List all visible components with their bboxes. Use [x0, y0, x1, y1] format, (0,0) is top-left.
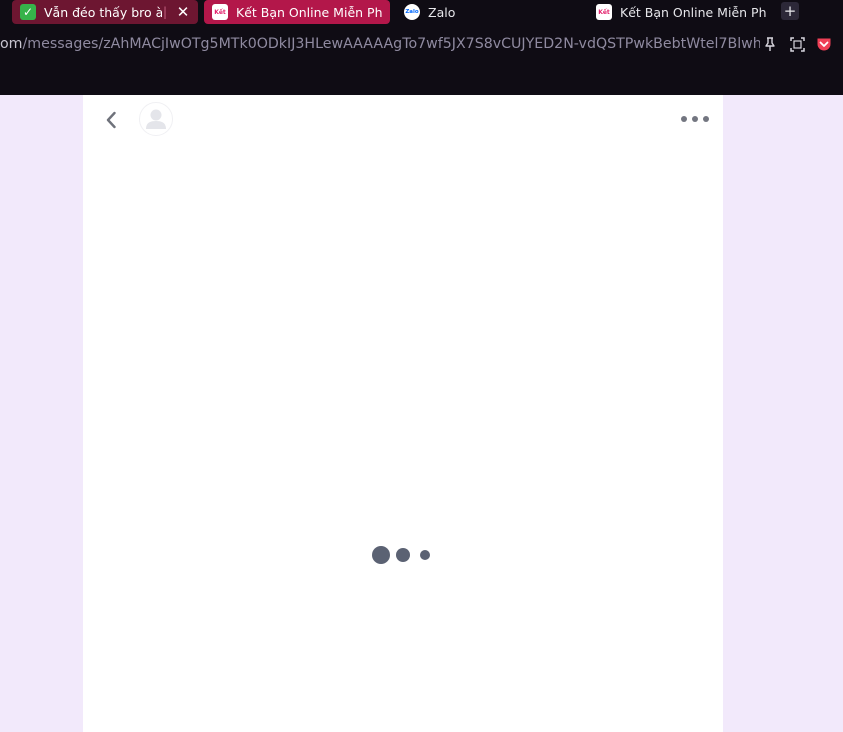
tab-ket-ban[interactable]: Kết Kết Bạn Online Miễn Phí - — [588, 0, 774, 24]
avatar[interactable] — [139, 102, 173, 136]
url-domain: om — [0, 36, 23, 52]
tab-separator: | — [163, 5, 168, 19]
new-tab-button[interactable]: + — [781, 2, 799, 20]
tab-title: Kết Bạn Online Miễn Phí - — [620, 4, 766, 20]
tab-van-deo[interactable]: ✓ Vẫn đéo thấy bro à | ✕ — [12, 0, 198, 24]
screenshot-icon[interactable] — [788, 35, 806, 53]
pin-icon[interactable] — [761, 35, 779, 53]
tab-title: Zalo — [428, 4, 456, 20]
tab-ket-ban-active[interactable]: Kết Kết Bạn Online Miễn Phí - — [204, 0, 390, 24]
tab-bar: ✓ Vẫn đéo thấy bro à | ✕ Kết Kết Bạn Onl… — [0, 0, 843, 24]
more-horizontal-icon — [681, 116, 687, 122]
loading-dot — [420, 550, 430, 560]
loading-dot — [372, 546, 390, 564]
site-favicon-icon: Kết — [212, 4, 228, 20]
loading-dot — [396, 548, 410, 562]
chat-panel — [83, 95, 723, 732]
pocket-icon[interactable] — [815, 35, 833, 53]
browser-chrome: ✓ Vẫn đéo thấy bro à | ✕ Kết Kết Bạn Onl… — [0, 0, 843, 95]
tab-title: Vẫn đéo thấy bro à — [44, 4, 162, 20]
close-icon[interactable]: ✕ — [174, 2, 192, 22]
url-bar[interactable]: om/messages/zAhMACjIwOTg5MTk0ODkIJ3HLewA… — [0, 32, 760, 56]
check-icon: ✓ — [20, 4, 36, 20]
tab-zalo[interactable]: Zalo Zalo — [398, 0, 584, 24]
zalo-icon: Zalo — [404, 4, 420, 20]
site-favicon-icon: Kết — [596, 4, 612, 20]
back-button[interactable] — [101, 109, 121, 131]
url-path: /messages/zAhMACjIwOTg5MTk0ODkIJ3HLewAAA… — [22, 36, 760, 52]
tab-title: Kết Bạn Online Miễn Phí - — [236, 4, 382, 20]
more-options-button[interactable] — [681, 113, 709, 125]
loading-indicator — [372, 546, 430, 564]
user-placeholder-icon — [146, 109, 166, 129]
more-horizontal-icon — [703, 116, 709, 122]
more-horizontal-icon — [692, 116, 698, 122]
chevron-left-icon — [106, 111, 116, 129]
